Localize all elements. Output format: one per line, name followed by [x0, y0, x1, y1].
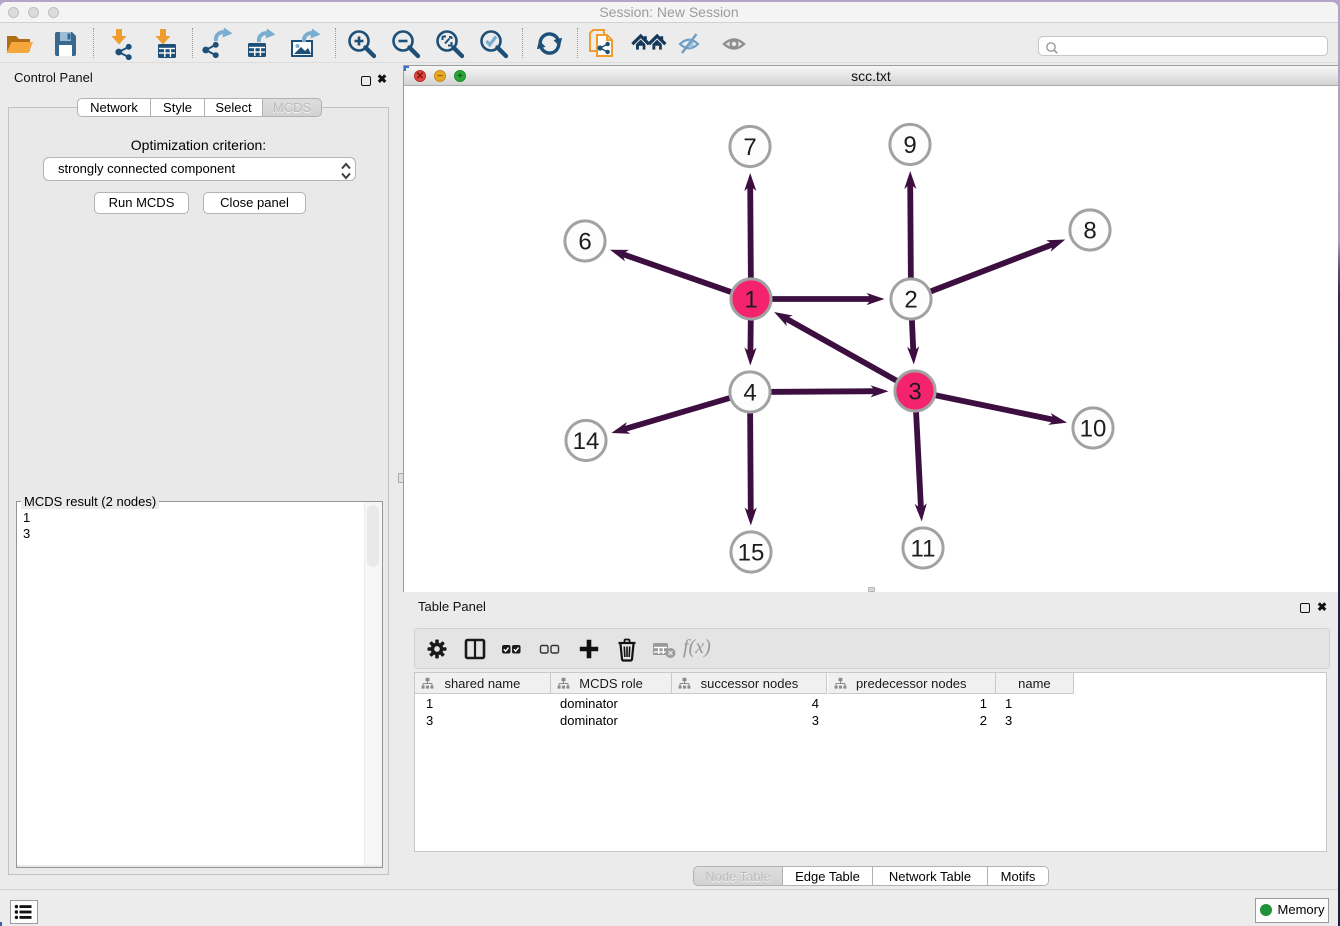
svg-text:9: 9	[903, 132, 916, 159]
svg-text:10: 10	[1080, 416, 1107, 443]
svg-text:15: 15	[738, 540, 765, 567]
svg-text:6: 6	[578, 229, 591, 256]
svg-text:7: 7	[743, 134, 756, 161]
svg-text:8: 8	[1083, 218, 1096, 245]
svg-text:4: 4	[743, 380, 756, 407]
svg-text:2: 2	[904, 287, 917, 314]
svg-text:1: 1	[744, 287, 757, 314]
svg-text:14: 14	[573, 428, 600, 455]
svg-text:3: 3	[908, 379, 921, 406]
svg-text:11: 11	[911, 536, 936, 563]
